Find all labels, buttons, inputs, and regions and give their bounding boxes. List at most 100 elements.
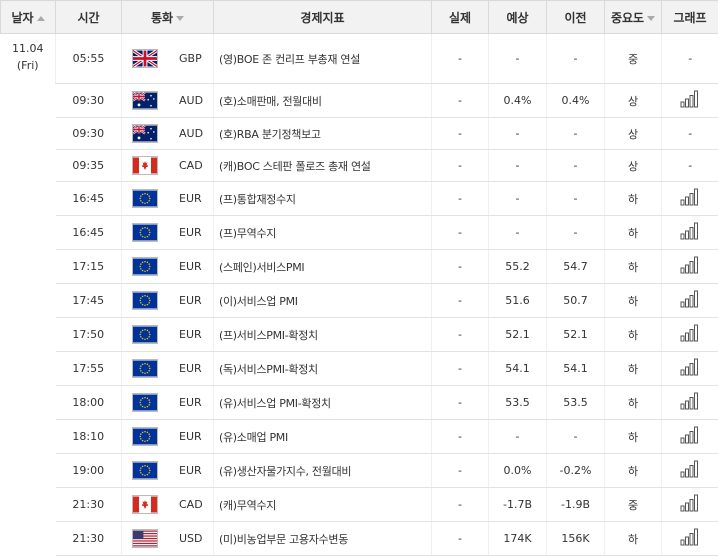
indicator-cell[interactable]: (독)서비스PMI-확정치 <box>214 352 432 386</box>
graph-cell[interactable] <box>662 386 718 420</box>
indicator-cell[interactable]: (캐)BOC 스테판 폴로즈 총재 연설 <box>214 150 432 182</box>
forecast-cell: - <box>489 118 547 150</box>
importance-cell: 하 <box>605 216 662 250</box>
currency-code: EUR <box>179 396 202 409</box>
currency-code: AUD <box>179 127 203 140</box>
graph-cell[interactable] <box>662 318 718 352</box>
dropdown-arrow-icon <box>176 16 184 21</box>
importance-cell: 상 <box>605 118 662 150</box>
bar-chart-icon[interactable] <box>680 358 700 379</box>
importance-cell: 상 <box>605 84 662 118</box>
indicator-cell[interactable]: (스페인)서비스PMI <box>214 250 432 284</box>
graph-cell[interactable] <box>662 84 718 118</box>
graph-cell[interactable] <box>662 454 718 488</box>
table-row: 18:00EUR(유)서비스업 PMI-확정치-53.553.5하 <box>1 386 718 420</box>
graph-cell: - <box>662 150 718 182</box>
indicator-cell[interactable]: (호)소매판매, 전월대비 <box>214 84 432 118</box>
graph-cell[interactable] <box>662 216 718 250</box>
forecast-cell: - <box>489 150 547 182</box>
importance-cell: 하 <box>605 250 662 284</box>
currency-code: EUR <box>179 192 202 205</box>
bar-chart-icon[interactable] <box>680 494 700 515</box>
time-cell: 21:30 <box>56 522 122 556</box>
bar-chart-icon[interactable] <box>680 90 700 111</box>
actual-cell: - <box>432 182 489 216</box>
time-cell: 17:45 <box>56 284 122 318</box>
bar-chart-icon[interactable] <box>680 392 700 413</box>
graph-cell[interactable] <box>662 250 718 284</box>
indicator-cell[interactable]: (프)통합재정수지 <box>214 182 432 216</box>
weekday-label: (Fri) <box>1 57 56 74</box>
actual-cell: - <box>432 118 489 150</box>
previous-cell: 54.1 <box>547 352 605 386</box>
forecast-cell: - <box>489 216 547 250</box>
graph-cell[interactable] <box>662 488 718 522</box>
currency-cell: EUR <box>122 454 214 488</box>
table-row: 09:30AUD(호)RBA 분기정책보고---상- <box>1 118 718 150</box>
indicator-cell[interactable]: (유)서비스업 PMI-확정치 <box>214 386 432 420</box>
table-row: 09:35CAD(캐)BOC 스테판 폴로즈 총재 연설---상- <box>1 150 718 182</box>
indicator-cell[interactable]: (유)소매업 PMI <box>214 420 432 454</box>
actual-cell: - <box>432 318 489 352</box>
graph-cell[interactable] <box>662 352 718 386</box>
currency-code: EUR <box>179 362 202 375</box>
ca-flag-icon <box>132 495 158 514</box>
currency-cell: EUR <box>122 182 214 216</box>
table-row: 17:15EUR(스페인)서비스PMI-55.254.7하 <box>1 250 718 284</box>
importance-cell: 하 <box>605 454 662 488</box>
au-flag-icon <box>132 124 158 143</box>
table-row: 09:30AUD(호)소매판매, 전월대비-0.4%0.4%상 <box>1 84 718 118</box>
date-column-header[interactable]: 날자 <box>1 1 56 34</box>
indicator-cell[interactable]: (미)비농업부문 고용자수변동 <box>214 522 432 556</box>
date-cell: 11.04(Fri) <box>1 34 56 556</box>
indicator-cell[interactable]: (호)RBA 분기정책보고 <box>214 118 432 150</box>
previous-cell: -1.9B <box>547 488 605 522</box>
bar-chart-icon[interactable] <box>680 460 700 481</box>
actual-cell: - <box>432 84 489 118</box>
actual-cell: - <box>432 454 489 488</box>
importance-cell: 하 <box>605 284 662 318</box>
bar-chart-icon[interactable] <box>680 256 700 277</box>
bar-chart-icon[interactable] <box>680 222 700 243</box>
currency-column-header[interactable]: 통화 <box>122 1 214 34</box>
actual-cell: - <box>432 216 489 250</box>
graph-cell[interactable] <box>662 420 718 454</box>
uk-flag-icon <box>132 49 158 68</box>
currency-code: EUR <box>179 294 202 307</box>
time-cell: 17:15 <box>56 250 122 284</box>
table-row: 18:10EUR(유)소매업 PMI---하 <box>1 420 718 454</box>
indicator-cell[interactable]: (이)서비스업 PMI <box>214 284 432 318</box>
indicator-cell[interactable]: (캐)무역수지 <box>214 488 432 522</box>
table-row: 16:45EUR(프)무역수지---하 <box>1 216 718 250</box>
eu-flag-icon <box>132 189 158 208</box>
forecast-cell: 0.0% <box>489 454 547 488</box>
forecast-cell: - <box>489 420 547 454</box>
importance-column-header[interactable]: 중요도 <box>605 1 662 34</box>
importance-cell: 하 <box>605 420 662 454</box>
previous-cell: 52.1 <box>547 318 605 352</box>
indicator-cell[interactable]: (프)서비스PMI-확정치 <box>214 318 432 352</box>
graph-cell[interactable] <box>662 284 718 318</box>
importance-cell: 하 <box>605 182 662 216</box>
previous-cell: - <box>547 150 605 182</box>
currency-cell: EUR <box>122 352 214 386</box>
bar-chart-icon[interactable] <box>680 426 700 447</box>
graph-cell[interactable] <box>662 182 718 216</box>
previous-cell: -0.2% <box>547 454 605 488</box>
importance-cell: 하 <box>605 352 662 386</box>
graph-cell[interactable] <box>662 522 718 556</box>
indicator-cell[interactable]: (프)무역수지 <box>214 216 432 250</box>
time-cell: 16:45 <box>56 182 122 216</box>
indicator-cell[interactable]: (영)BOE 존 컨리프 부총재 연설 <box>214 34 432 84</box>
eu-flag-icon <box>132 291 158 310</box>
us-flag-icon <box>132 529 158 548</box>
forecast-cell: - <box>489 182 547 216</box>
actual-cell: - <box>432 34 489 84</box>
time-cell: 09:30 <box>56 118 122 150</box>
bar-chart-icon[interactable] <box>680 290 700 311</box>
bar-chart-icon[interactable] <box>680 188 700 209</box>
bar-chart-icon[interactable] <box>680 324 700 345</box>
indicator-cell[interactable]: (유)생산자물가지수, 전월대비 <box>214 454 432 488</box>
bar-chart-icon[interactable] <box>680 528 700 549</box>
importance-cell: 상 <box>605 150 662 182</box>
